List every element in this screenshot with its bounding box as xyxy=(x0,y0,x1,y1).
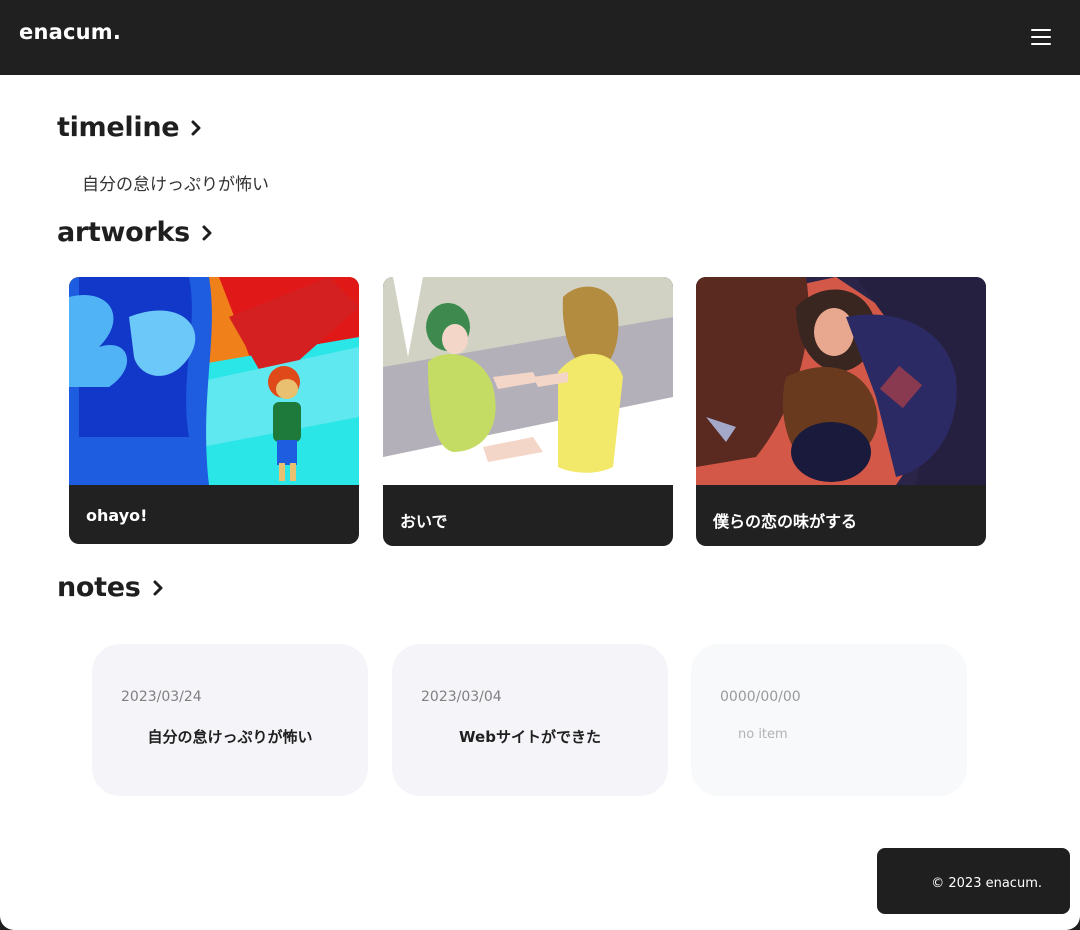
note-date: 0000/00/00 xyxy=(720,689,801,705)
note-title: Webサイトができた xyxy=(459,728,601,746)
note-date: 2023/03/04 xyxy=(421,689,502,705)
chevron-right-icon xyxy=(202,225,212,240)
timeline-latest-entry[interactable]: 自分の怠けっぷりが怖い xyxy=(82,170,269,195)
artwork-thumbnail-bokura xyxy=(696,277,986,485)
artworks-heading-link[interactable]: artworks xyxy=(57,217,214,248)
artwork-title: ohayo! xyxy=(86,506,148,525)
artwork-title: 僕らの恋の味がする xyxy=(713,512,858,531)
notes-heading: notes xyxy=(57,572,141,603)
artwork-thumbnail-oide xyxy=(383,277,673,485)
note-card[interactable]: 2023/03/24 自分の怠けっぷりが怖い xyxy=(92,644,368,796)
artwork-thumbnail-ohayo xyxy=(69,277,359,485)
chevron-right-icon xyxy=(153,580,163,595)
site-header: enacum. xyxy=(0,0,1080,75)
artwork-card-bokura[interactable]: 僕らの恋の味がする xyxy=(696,277,986,546)
note-card[interactable]: 2023/03/04 Webサイトができた xyxy=(392,644,668,796)
note-empty-text: no item xyxy=(738,727,788,742)
site-logo[interactable]: enacum. xyxy=(19,20,121,44)
artworks-heading: artworks xyxy=(57,217,190,248)
artwork-card-oide[interactable]: おいで xyxy=(383,277,673,546)
notes-heading-link[interactable]: notes xyxy=(57,572,165,603)
note-title: 自分の怠けっぷりが怖い xyxy=(147,728,313,746)
artwork-title: おいで xyxy=(400,512,448,531)
main-content: timeline 自分の怠けっぷりが怖い artworks ohayo! おいで… xyxy=(0,75,1080,930)
timeline-heading-link[interactable]: timeline xyxy=(57,112,203,143)
timeline-heading: timeline xyxy=(57,112,180,143)
artwork-card-ohayo[interactable]: ohayo! xyxy=(69,277,359,544)
note-date: 2023/03/24 xyxy=(121,689,202,705)
note-card-empty: 0000/00/00 no item xyxy=(691,644,967,796)
copyright-text: © 2023 enacum. xyxy=(931,876,1042,891)
chevron-right-icon xyxy=(191,120,201,135)
site-footer: © 2023 enacum. xyxy=(877,848,1070,914)
hamburger-menu-icon[interactable] xyxy=(1028,26,1054,48)
